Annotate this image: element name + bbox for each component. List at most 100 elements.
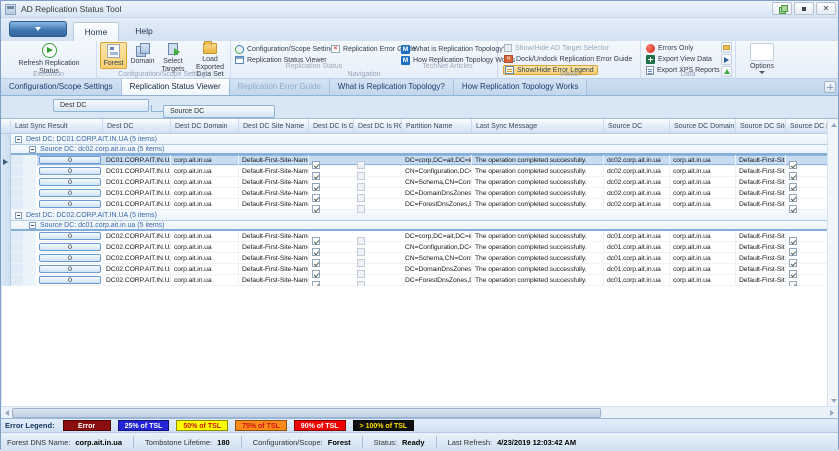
group-by-chip-dest-dc[interactable]: Dest DC [53, 99, 149, 112]
column-header-selector[interactable] [1, 119, 11, 133]
column-header-dest-dc-is-gc[interactable]: Dest DC Is GC? [309, 119, 354, 133]
last-sync-result-value[interactable]: 0 [39, 232, 101, 240]
data-mini-folder-button[interactable] [721, 42, 732, 53]
options-button[interactable] [750, 43, 774, 61]
subgroup-header-row[interactable]: Source DC: dc01.corp.ait.in.ua (5 items) [11, 221, 829, 231]
dock-undock-replication-error-guide-item[interactable]: ✕ Dock/Undock Replication Error Guide [504, 54, 632, 64]
doc-tab-what-is-replication-topology[interactable]: What is Replication Topology? [330, 79, 454, 95]
group-header-row[interactable]: Dest DC: DC01.CORP.AIT.IN.UA (5 items) [11, 134, 829, 145]
scroll-left-button[interactable] [2, 408, 12, 418]
scroll-down-button[interactable] [829, 396, 838, 405]
doc-tab-how-replication-topology-works[interactable]: How Replication Topology Works [454, 79, 588, 95]
collapse-icon[interactable] [15, 136, 22, 143]
column-header-dest-dc[interactable]: Dest DC [103, 119, 171, 133]
dest-is-rodc-checkbox[interactable] [357, 161, 365, 169]
last-sync-result-value[interactable]: 0 [39, 189, 101, 197]
source-is-gc-checkbox[interactable] [789, 172, 797, 180]
grid-row[interactable]: 0DC01.CORP.AIT.IN.UAcorp.ait.in.uaDefaul… [11, 177, 829, 188]
column-header-dest-dc-domain[interactable]: Dest DC Domain [171, 119, 239, 133]
grid-row[interactable]: 0DC02.CORP.AIT.IN.UAcorp.ait.in.uaDefaul… [11, 275, 829, 286]
source-is-gc-checkbox[interactable] [789, 270, 797, 278]
last-sync-result-value[interactable]: 0 [39, 276, 101, 284]
minimize-button[interactable] [794, 2, 814, 15]
horizontal-scrollbar[interactable] [1, 406, 838, 418]
grid-row[interactable]: 0DC01.CORP.AIT.IN.UAcorp.ait.in.uaDefaul… [11, 199, 829, 210]
dest-is-rodc-checkbox[interactable] [357, 237, 365, 245]
dest-is-rodc-checkbox[interactable] [357, 270, 365, 278]
dest-is-gc-checkbox[interactable] [312, 248, 320, 256]
export-view-data-item[interactable]: Export View Data [646, 54, 712, 64]
scroll-right-button[interactable] [827, 408, 837, 418]
dest-is-gc-checkbox[interactable] [312, 194, 320, 202]
dest-is-gc-checkbox[interactable] [312, 259, 320, 267]
source-is-gc-checkbox[interactable] [789, 205, 797, 213]
grid-row[interactable]: 0DC01.CORP.AIT.IN.UAcorp.ait.in.uaDefaul… [11, 155, 829, 166]
grid-row[interactable]: 0DC02.CORP.AIT.IN.UAcorp.ait.in.uaDefaul… [11, 242, 829, 253]
dest-is-rodc-checkbox[interactable] [357, 205, 365, 213]
column-header-dest-dc-site-name[interactable]: Dest DC Site Name [239, 119, 309, 133]
grid-row[interactable]: 0DC02.CORP.AIT.IN.UAcorp.ait.in.uaDefaul… [11, 264, 829, 275]
last-sync-result-value[interactable]: 0 [39, 156, 101, 164]
last-sync-result-value[interactable]: 0 [39, 254, 101, 262]
application-menu-button[interactable] [9, 21, 67, 37]
last-sync-result-value[interactable]: 0 [39, 200, 101, 208]
column-header-dest-dc-is-rodc[interactable]: Dest DC Is RODC? [354, 119, 402, 133]
data-mini-export-button[interactable] [721, 54, 732, 65]
configuration-scope-settings-item[interactable]: Configuration/Scope Settings [235, 44, 338, 54]
forest-button[interactable]: Forest [100, 42, 127, 69]
subgroup-header-row[interactable]: Source DC: dc02.corp.ait.in.ua (5 items) [11, 145, 829, 155]
vertical-scrollbar[interactable] [827, 119, 838, 406]
source-is-gc-checkbox[interactable] [789, 237, 797, 245]
collapse-icon[interactable] [29, 222, 36, 229]
dest-is-gc-checkbox[interactable] [312, 270, 320, 278]
source-is-gc-checkbox[interactable] [789, 161, 797, 169]
collapse-icon[interactable] [29, 146, 36, 153]
grid-row[interactable]: 0DC02.CORP.AIT.IN.UAcorp.ait.in.uaDefaul… [11, 253, 829, 264]
column-header-partition-name[interactable]: Partition Name [402, 119, 472, 133]
last-sync-result-value[interactable]: 0 [39, 178, 101, 186]
dest-is-gc-checkbox[interactable] [312, 183, 320, 191]
last-sync-result-value[interactable]: 0 [39, 167, 101, 175]
grid-row[interactable]: 0DC01.CORP.AIT.IN.UAcorp.ait.in.uaDefaul… [11, 188, 829, 199]
horizontal-scroll-thumb[interactable] [12, 408, 601, 418]
last-sync-result-value[interactable]: 0 [39, 243, 101, 251]
dest-is-gc-checkbox[interactable] [312, 161, 320, 169]
domain-button[interactable]: Domain [128, 42, 157, 66]
grid-row[interactable]: 0DC02.CORP.AIT.IN.UAcorp.ait.in.uaDefaul… [11, 231, 829, 242]
dest-is-gc-checkbox[interactable] [312, 172, 320, 180]
column-header-source-dc-is-g[interactable]: Source DC Is G... [786, 119, 829, 133]
dest-is-rodc-checkbox[interactable] [357, 248, 365, 256]
cell-source-dc-domain: corp.ait.in.ua [670, 155, 736, 165]
dest-is-rodc-checkbox[interactable] [357, 172, 365, 180]
close-button[interactable]: ✕ [816, 2, 836, 15]
last-sync-result-value[interactable]: 0 [39, 265, 101, 273]
dest-is-gc-checkbox[interactable] [312, 237, 320, 245]
grid-row[interactable]: 0DC01.CORP.AIT.IN.UAcorp.ait.in.uaDefaul… [11, 166, 829, 177]
doc-tab-replication-status-viewer[interactable]: Replication Status Viewer [122, 79, 230, 95]
dest-is-rodc-checkbox[interactable] [357, 194, 365, 202]
column-header-source-dc-domain[interactable]: Source DC Domain [670, 119, 736, 133]
doc-tab-configuration-scope-settings[interactable]: Configuration/Scope Settings [1, 79, 122, 95]
collapse-icon[interactable] [15, 212, 22, 219]
ribbon-tab-help[interactable]: Help [125, 22, 163, 41]
ribbon-tab-home[interactable]: Home [73, 22, 119, 41]
tab-strip-overflow-button[interactable] [824, 81, 836, 93]
dest-is-rodc-checkbox[interactable] [357, 183, 365, 191]
source-is-gc-checkbox[interactable] [789, 194, 797, 202]
column-header-source-dc-site[interactable]: Source DC Site... [736, 119, 786, 133]
column-header-source-dc[interactable]: Source DC [604, 119, 670, 133]
source-is-gc-checkbox[interactable] [789, 183, 797, 191]
group-by-chip-source-dc[interactable]: Source DC [163, 105, 275, 118]
source-is-gc-checkbox[interactable] [789, 248, 797, 256]
column-header-last-sync-result[interactable]: Last Sync Result [11, 119, 103, 133]
window-pages-button[interactable] [772, 2, 792, 15]
group-header-row[interactable]: Dest DC: DC02.CORP.AIT.IN.UA (5 items) [11, 210, 829, 221]
select-targets-button[interactable]: Select Targets [158, 42, 188, 73]
dest-is-gc-checkbox[interactable] [312, 205, 320, 213]
dest-is-rodc-checkbox[interactable] [357, 259, 365, 267]
scroll-up-button[interactable] [829, 120, 838, 129]
column-header-last-sync-message[interactable]: Last Sync Message [472, 119, 604, 133]
errors-only-item[interactable]: Errors Only [646, 43, 693, 53]
what-is-replication-topology-item[interactable]: M What is Replication Topology? [401, 44, 507, 54]
source-is-gc-checkbox[interactable] [789, 259, 797, 267]
